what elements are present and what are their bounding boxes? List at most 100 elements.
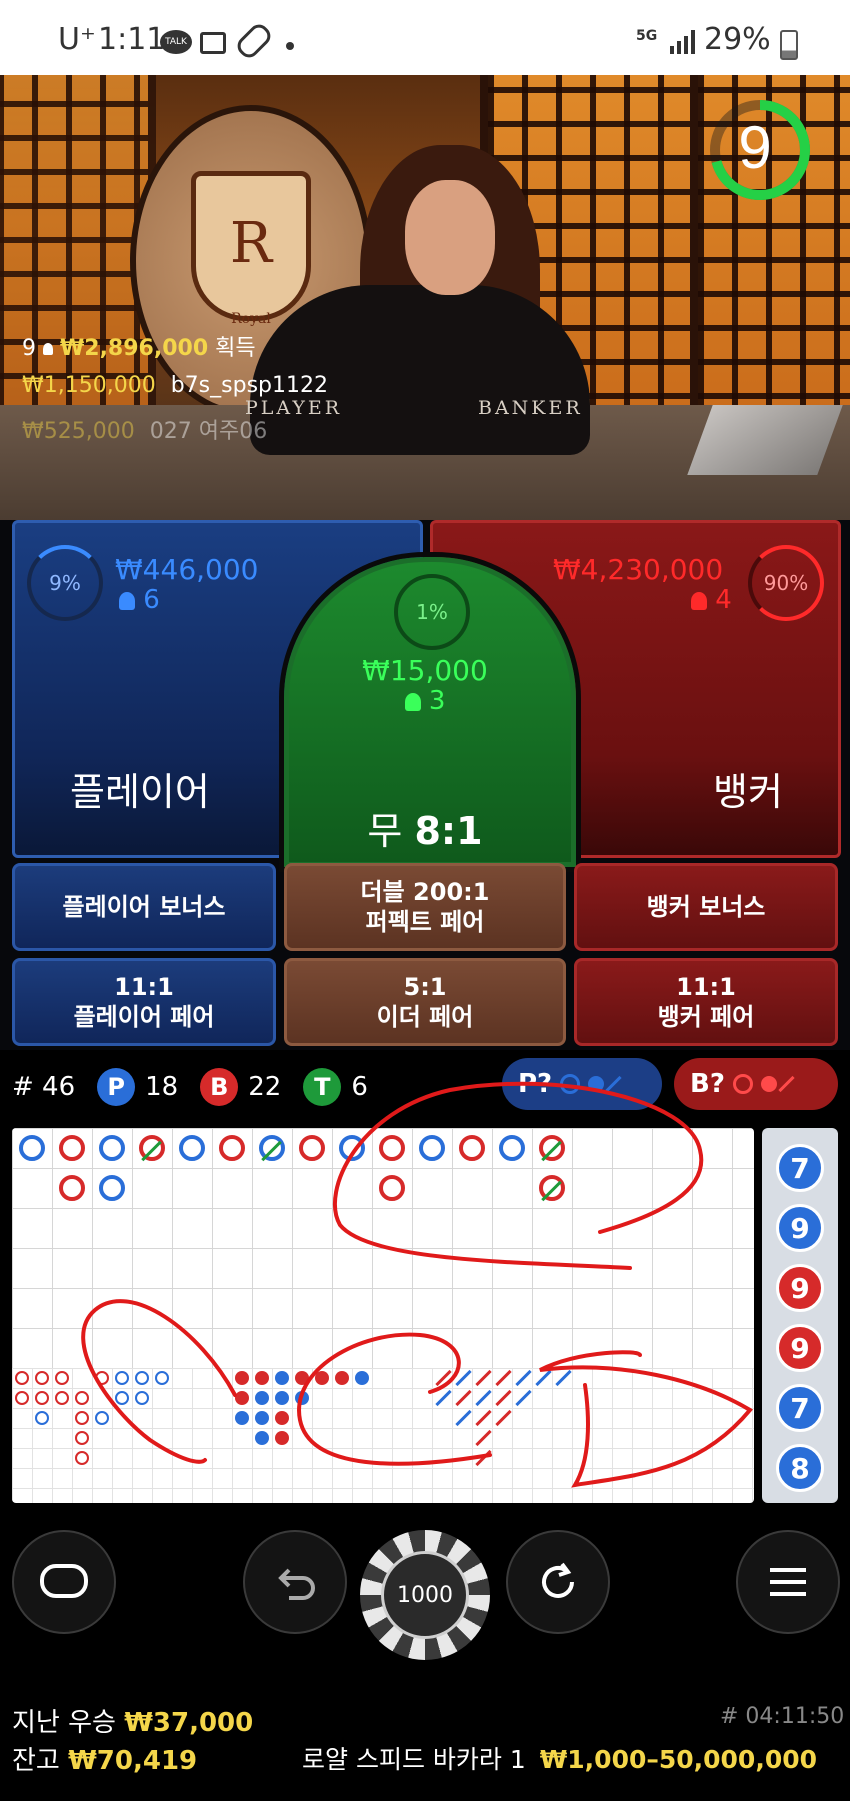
player-pair-button[interactable]: 11:1 플레이어 페어 [12,958,276,1046]
slash-icon [605,1075,622,1093]
tie-percent-ring: 1% [394,574,470,650]
win-feed-item: 9 ₩2,896,000 획득 [22,330,256,362]
bead-result: 8 [776,1444,824,1492]
undo-button[interactable] [243,1530,347,1634]
side-bet-label: 이더 페어 [376,1003,474,1031]
bead-result: 7 [776,1144,824,1192]
battery-percent: 29% [704,22,771,57]
perfect-pair-button[interactable]: 더블 200:1 퍼펙트 페어 [284,863,566,951]
side-bet-odds: 5:1 [403,973,447,1001]
balance-amount: ₩70,419 [68,1746,198,1776]
either-pair-button[interactable]: 5:1 이더 페어 [284,958,566,1046]
dot-icon [286,42,294,50]
big-road-bead [499,1135,525,1161]
big-road-bead [219,1135,245,1161]
player-total-amount: ₩446,000 [115,553,259,586]
countdown-timer: 9 [705,95,815,205]
tie-label-text: 무 [367,809,403,853]
small-road-mark [275,1391,289,1405]
logo-letter: R [229,211,273,276]
win-user: 027 여주06 [149,419,268,444]
small-road-mark [255,1431,269,1445]
player-win-count: 18 [145,1072,179,1102]
chip-selector[interactable]: 1000 [360,1530,490,1660]
repeat-button[interactable] [506,1530,610,1634]
menu-button[interactable] [736,1530,840,1634]
big-eye-mark [95,1411,109,1425]
bead-result: 9 [776,1324,824,1372]
user-icon [691,592,707,610]
small-road-mark [255,1371,269,1385]
banker-pair-button[interactable]: 11:1 뱅커 페어 [574,958,838,1046]
win-suffix: 획득 [215,336,256,361]
side-bet-label: 플레이어 페어 [73,1003,215,1031]
big-eye-mark [155,1371,169,1385]
big-road-bead [59,1175,85,1201]
banker-bonus-button[interactable]: 뱅커 보너스 [574,863,838,951]
small-road-mark [275,1371,289,1385]
ask-banker-label: B? [690,1069,725,1099]
banker-percent: 90% [763,571,809,595]
small-road-mark [355,1371,369,1385]
big-eye-mark [95,1371,109,1385]
small-road-mark [255,1411,269,1425]
tie-bettor-count: 3 [289,686,561,716]
tie-bet-spot[interactable]: 1% ₩15,000 3 무 8:1 [284,557,576,867]
gallery-icon [200,32,226,54]
dealer-body [250,285,590,455]
bead-result: 9 [776,1264,824,1312]
big-eye-mark [115,1391,129,1405]
round-number: # 46 [12,1072,76,1102]
big-eye-mark [35,1391,49,1405]
banker-bettor-count: 4 [691,585,732,615]
small-road-mark [255,1391,269,1405]
pill-icon [233,20,275,62]
bead-road-strip[interactable]: 7 9 9 9 7 8 [762,1128,838,1503]
last-win-amount: ₩37,000 [124,1708,254,1738]
banker-total-amount: ₩4,230,000 [553,553,724,586]
small-road-mark [235,1371,249,1385]
big-eye-mark [75,1451,89,1465]
small-road-mark [275,1431,289,1445]
big-road-bead [419,1135,445,1161]
footer-info: 지난 우승 ₩37,000 # 04:11:50 잔고 ₩70,419 로얄 스… [0,1690,850,1801]
big-eye-mark [75,1391,89,1405]
balance-label: 잔고 [12,1746,60,1776]
table-info: 로얄 스피드 바카라 1 ₩1,000–50,000,000 [302,1740,817,1776]
undo-icon [278,1568,315,1600]
tie-win-count: 6 [351,1072,368,1102]
stats-row: # 46 P 18 B 22 T 6 [12,1065,368,1109]
big-road-bead [379,1175,405,1201]
ask-player-button[interactable]: P? [502,1058,662,1110]
big-eye-mark [135,1391,149,1405]
side-bet-label: 퍼펙트 페어 [365,908,485,936]
banker-win-count: 22 [248,1072,282,1102]
logo-text: Royal [231,311,271,327]
big-road-bead [379,1135,405,1161]
tie-label: 무 8:1 [289,800,561,855]
repeat-icon [542,1562,574,1598]
ask-banker-button[interactable]: B? [674,1058,838,1110]
big-road-bead [299,1135,325,1161]
user-icon [404,693,421,711]
side-bet-label: 플레이어 보너스 [62,893,226,921]
win-amount: ₩2,896,000 [60,336,209,361]
win-amount: ₩1,150,000 [22,373,156,398]
big-eye-mark [35,1411,49,1425]
balance: 잔고 ₩70,419 [12,1740,197,1777]
last-win-label: 지난 우승 [12,1708,116,1738]
big-road-bead [99,1135,125,1161]
user-icon [43,343,53,355]
banker-percent-ring: 90% [748,545,824,621]
side-bet-label: 뱅커 보너스 [646,893,766,921]
bead-result: 9 [776,1204,824,1252]
lobby-button[interactable] [12,1530,116,1634]
filled-circle-icon [588,1076,605,1092]
big-road-bead [59,1135,85,1161]
side-bet-label: 뱅커 페어 [657,1003,755,1031]
roadmap-board[interactable] [12,1128,754,1503]
player-bonus-button[interactable]: 플레이어 보너스 [12,863,276,951]
tie-win-badge: T [303,1068,342,1106]
side-bet-odds: 11:1 [676,973,736,1001]
bead-result: 7 [776,1384,824,1432]
